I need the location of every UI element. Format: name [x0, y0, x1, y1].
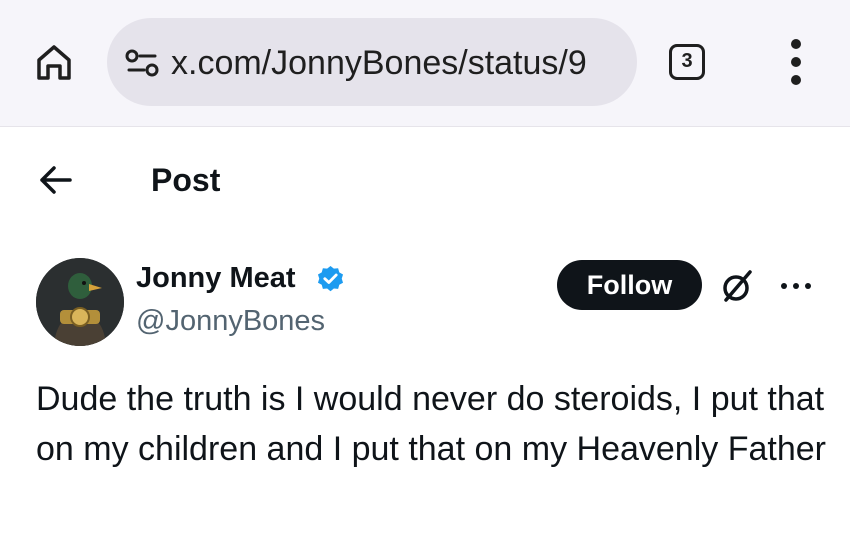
follow-button[interactable]: Follow	[557, 260, 702, 310]
browser-toolbar: x.com/JonnyBones/status/9 3	[0, 0, 850, 127]
grok-icon[interactable]	[718, 266, 758, 306]
page-title: Post	[151, 162, 221, 198]
verified-badge-icon	[317, 265, 344, 292]
more-vert-icon[interactable]	[781, 39, 811, 85]
site-settings-icon[interactable]	[125, 48, 161, 78]
tab-switcher-button[interactable]: 3	[669, 44, 705, 80]
author-display-name[interactable]: Jonny Meat	[136, 261, 296, 295]
arrow-left-icon	[40, 166, 72, 194]
author-handle[interactable]: @JonnyBones	[136, 304, 325, 338]
address-bar[interactable]: x.com/JonnyBones/status/9	[107, 18, 637, 106]
more-options-icon[interactable]	[776, 276, 816, 296]
url-text[interactable]: x.com/JonnyBones/status/9	[171, 43, 587, 83]
avatar[interactable]	[36, 258, 124, 346]
home-button[interactable]	[34, 42, 74, 82]
back-button[interactable]	[36, 160, 76, 200]
post-text: Dude the truth is I would never do stero…	[36, 380, 826, 468]
home-icon	[37, 45, 71, 80]
